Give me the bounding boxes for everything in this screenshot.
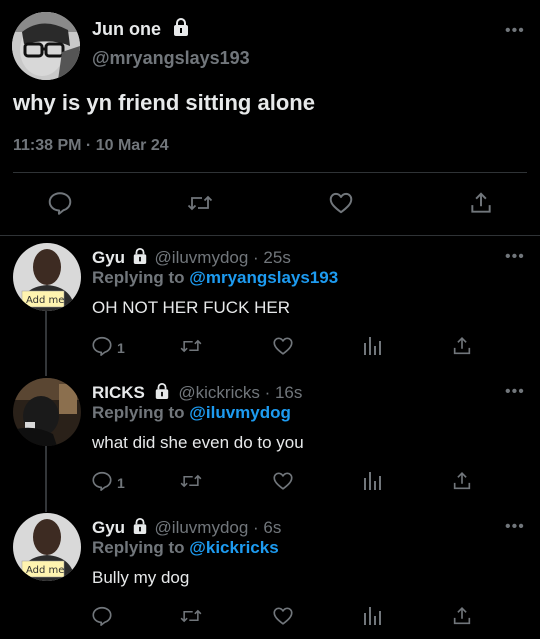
analytics-icon[interactable]	[362, 470, 382, 492]
reply-icon[interactable]	[91, 470, 113, 492]
replying-to-link[interactable]: @kickricks	[189, 538, 278, 557]
reply-header: RICKS @kickricks · 16s	[92, 382, 302, 403]
lock-icon	[132, 247, 148, 265]
retweet-icon[interactable]	[179, 335, 203, 357]
more-horizontal-icon[interactable]: •••	[505, 23, 525, 39]
reply-handle-time[interactable]: @iluvmydog · 25s	[155, 248, 291, 267]
heart-icon[interactable]	[272, 470, 294, 492]
lock-icon	[172, 17, 190, 37]
heart-icon[interactable]	[328, 190, 354, 216]
reply-icon[interactable]	[91, 335, 113, 357]
lock-icon	[132, 517, 148, 535]
share-icon[interactable]	[468, 190, 494, 216]
share-icon[interactable]	[451, 335, 473, 357]
avatar-note: Add me	[26, 295, 64, 306]
replying-to: Replying to @kickricks	[92, 538, 279, 558]
share-icon[interactable]	[451, 470, 473, 492]
replying-to: Replying to @mryangslays193	[92, 268, 338, 288]
analytics-icon[interactable]	[362, 335, 382, 357]
divider	[13, 172, 527, 173]
more-horizontal-icon[interactable]: •••	[505, 519, 525, 535]
analytics-icon[interactable]	[362, 605, 382, 627]
thread-line	[45, 446, 47, 512]
share-icon[interactable]	[451, 605, 473, 627]
reply-count: 1	[117, 340, 125, 356]
main-display-name[interactable]: Jun one	[92, 19, 161, 40]
heart-icon[interactable]	[272, 335, 294, 357]
retweet-icon[interactable]	[186, 190, 214, 216]
main-tweet-text: why is yn friend sitting alone	[13, 90, 315, 115]
thread-line	[45, 310, 47, 376]
main-handle[interactable]: @mryangslays193	[92, 48, 250, 69]
more-horizontal-icon[interactable]: •••	[505, 249, 525, 265]
main-tweet-time: 11:38 PM · 10 Mar 24	[13, 137, 169, 154]
reply-display-name[interactable]: RICKS	[92, 383, 145, 402]
avatar-note: Add me	[26, 565, 64, 576]
reply-handle-time[interactable]: @kickricks · 16s	[178, 383, 302, 402]
reply-header: Gyu @iluvmydog · 6s	[92, 517, 281, 538]
replying-to-link[interactable]: @mryangslays193	[189, 268, 338, 287]
main-avatar[interactable]	[12, 12, 80, 80]
reply-avatar[interactable]: Add me	[13, 243, 81, 311]
reply-icon[interactable]	[91, 605, 113, 627]
more-horizontal-icon[interactable]: •••	[505, 384, 525, 400]
reply-avatar[interactable]	[13, 378, 81, 446]
heart-icon[interactable]	[272, 605, 294, 627]
reply-icon[interactable]	[47, 190, 73, 216]
replying-to-link[interactable]: @iluvmydog	[189, 403, 291, 422]
reply-display-name[interactable]: Gyu	[92, 248, 125, 267]
reply-text: OH NOT HER FUCK HER	[92, 298, 291, 317]
reply-text: Bully my dog	[92, 568, 190, 587]
replying-to: Replying to @iluvmydog	[92, 403, 291, 423]
replying-prefix: Replying to	[92, 538, 185, 557]
replying-prefix: Replying to	[92, 268, 185, 287]
reply-avatar[interactable]: Add me	[13, 513, 81, 581]
reply-text: what did she even do to you	[92, 433, 304, 452]
reply-header: Gyu @iluvmydog · 25s	[92, 247, 291, 268]
lock-icon	[154, 382, 170, 400]
replying-prefix: Replying to	[92, 403, 185, 422]
reply-count: 1	[117, 475, 125, 491]
reply-handle-time[interactable]: @iluvmydog · 6s	[155, 518, 282, 537]
retweet-icon[interactable]	[179, 470, 203, 492]
reply-display-name[interactable]: Gyu	[92, 518, 125, 537]
retweet-icon[interactable]	[179, 605, 203, 627]
divider	[0, 235, 540, 236]
